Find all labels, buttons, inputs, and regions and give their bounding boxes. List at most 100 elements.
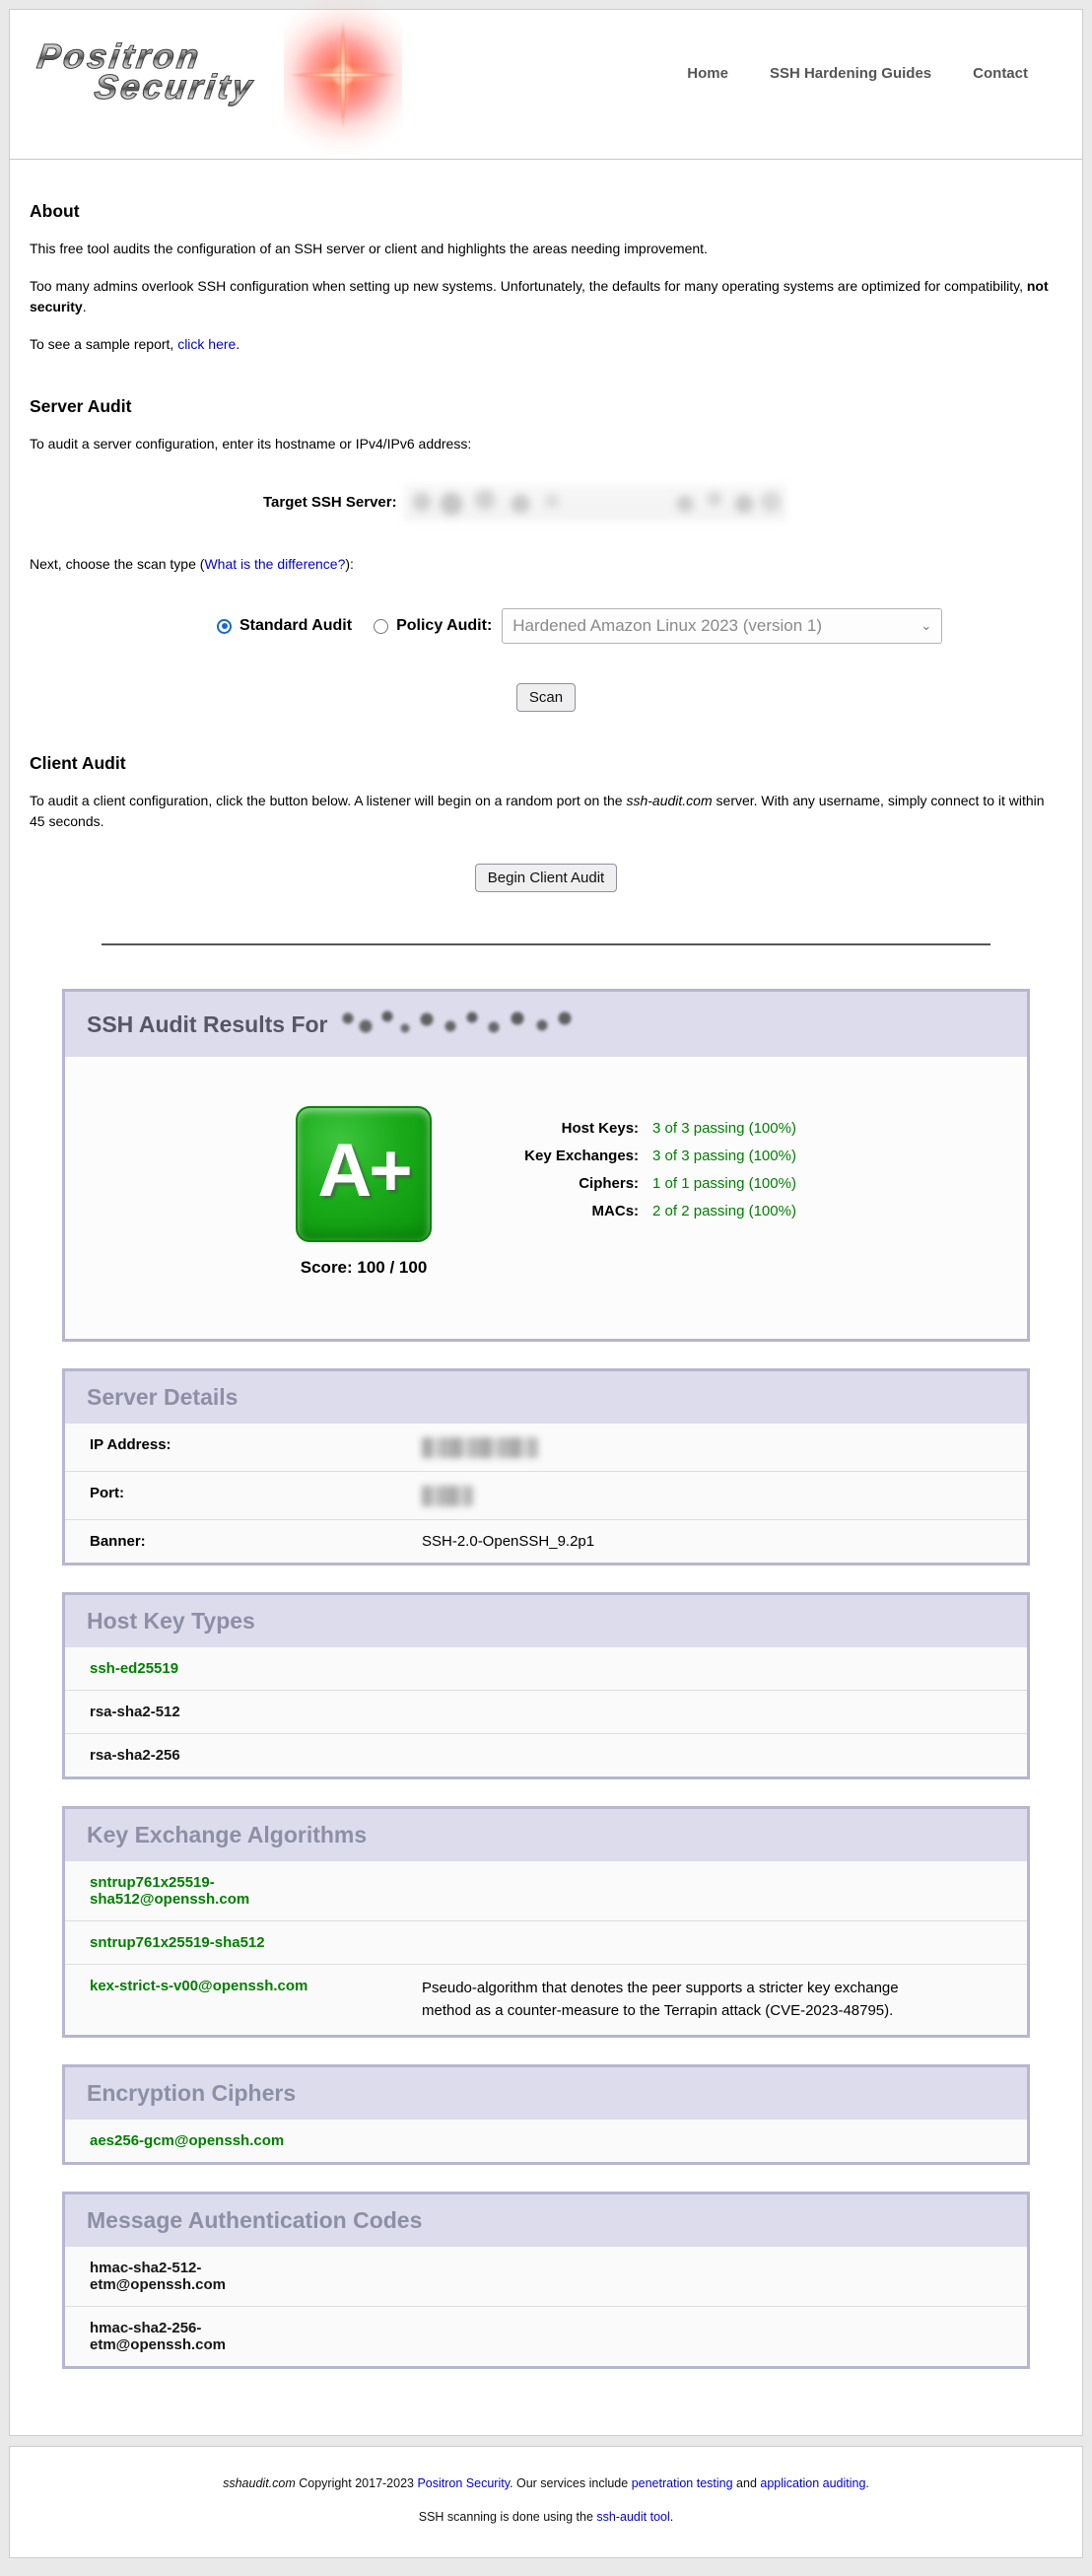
client-audit-domain: ssh-audit.com bbox=[626, 793, 712, 808]
logo-text-line2: Security bbox=[92, 70, 256, 106]
stat-label-key-exchanges: Key Exchanges: bbox=[489, 1148, 639, 1164]
server-audit-title: Server Audit bbox=[30, 396, 1062, 417]
redacted-hostname bbox=[340, 1005, 584, 1044]
footer-site-name: sshaudit.com bbox=[223, 2476, 296, 2490]
ip-address-label: IP Address: bbox=[90, 1436, 422, 1453]
algorithm-name: hmac-sha2-256-etm@openssh.com bbox=[90, 2320, 297, 2353]
standard-audit-label: Standard Audit bbox=[239, 617, 352, 635]
sample-report-link[interactable]: click here bbox=[177, 336, 236, 352]
server-details-header: Server Details bbox=[65, 1371, 1027, 1424]
target-server-input-redacted[interactable] bbox=[404, 484, 786, 521]
nav-ssh-hardening-guides[interactable]: SSH Hardening Guides bbox=[770, 65, 931, 82]
table-row: Port: bbox=[65, 1471, 1027, 1519]
footer-line-2: SSH scanning is done using the ssh-audit… bbox=[10, 2510, 1082, 2524]
target-server-label: Target SSH Server: bbox=[263, 494, 397, 511]
site-header: Positron Security Home SSH Hardening Gui… bbox=[10, 10, 1082, 160]
scan-button[interactable]: Scan bbox=[516, 683, 576, 712]
encryption-ciphers-header: Encryption Ciphers bbox=[65, 2067, 1027, 2120]
algorithm-name: aes256-gcm@openssh.com bbox=[90, 2132, 284, 2149]
footer-scanning-text: SSH scanning is done using the bbox=[419, 2510, 597, 2524]
algorithm-name: sntrup761x25519-sha512@openssh.com bbox=[90, 1874, 336, 1908]
grade-badge: A+ bbox=[296, 1106, 432, 1242]
stat-label-ciphers: Ciphers: bbox=[489, 1175, 639, 1192]
standard-audit-radio[interactable] bbox=[217, 619, 232, 634]
table-row: Banner: SSH-2.0-OpenSSH_9.2p1 bbox=[65, 1519, 1027, 1563]
about-paragraph-2: Too many admins overlook SSH configurati… bbox=[30, 276, 1059, 317]
stat-value-host-keys: 3 of 3 passing (100%) bbox=[652, 1120, 796, 1137]
stat-value-key-exchanges: 3 of 3 passing (100%) bbox=[652, 1148, 796, 1164]
site-logo[interactable]: Positron Security bbox=[37, 39, 432, 106]
algorithm-name: rsa-sha2-256 bbox=[90, 1747, 180, 1764]
policy-select[interactable]: Hardened Amazon Linux 2023 (version 1) ⌄ bbox=[502, 608, 942, 644]
kex-algorithm: sntrup761x25519-sha512@openssh.com bbox=[90, 1874, 422, 1908]
footer: sshaudit.com Copyright 2017-2023 Positro… bbox=[9, 2446, 1083, 2558]
application-auditing-link[interactable]: application auditing bbox=[760, 2476, 865, 2490]
table-row: rsa-sha2-256 bbox=[65, 1733, 1027, 1776]
footer-services-text: . Our services include bbox=[510, 2476, 632, 2490]
table-row: IP Address: bbox=[65, 1424, 1027, 1471]
about-paragraph-3: To see a sample report, click here. bbox=[30, 334, 1059, 355]
target-server-row: Target SSH Server: bbox=[263, 484, 1062, 521]
grade-column: A+ Score: 100 / 100 bbox=[296, 1106, 432, 1278]
ip-address-value-redacted bbox=[422, 1437, 538, 1458]
banner-label: Banner: bbox=[90, 1533, 422, 1550]
policy-audit-label: Policy Audit: bbox=[396, 617, 492, 635]
audit-results-box: SSH Audit Results For A+ Score: 100 / 10… bbox=[62, 989, 1030, 1342]
scan-type-difference-link[interactable]: What is the difference? bbox=[204, 556, 345, 572]
scan-type-text: Next, choose the scan type ( bbox=[30, 556, 204, 572]
stat-label-macs: MACs: bbox=[489, 1203, 639, 1219]
host-key-types-header: Host Key Types bbox=[65, 1595, 1027, 1647]
host-key-types-box: Host Key Types ssh-ed25519 rsa-sha2-512 … bbox=[62, 1592, 1030, 1779]
table-row: ssh-ed25519 bbox=[65, 1647, 1027, 1690]
algorithm-name: kex-strict-s-v00@openssh.com bbox=[90, 1978, 307, 1994]
cipher-algorithm: aes256-gcm@openssh.com bbox=[90, 2132, 422, 2149]
audit-results-header: SSH Audit Results For bbox=[65, 992, 1027, 1057]
algorithm-name: hmac-sha2-512-etm@openssh.com bbox=[90, 2260, 297, 2293]
macs-box: Message Authentication Codes hmac-sha2-5… bbox=[62, 2192, 1030, 2369]
policy-audit-radio[interactable] bbox=[374, 619, 388, 634]
server-details-box: Server Details IP Address: Port: Banner:… bbox=[62, 1368, 1030, 1566]
host-key-algorithm: ssh-ed25519 bbox=[90, 1660, 422, 1677]
main-nav: Home SSH Hardening Guides Contact bbox=[687, 65, 1028, 82]
about-title: About bbox=[30, 201, 1062, 222]
penetration-testing-link[interactable]: penetration testing bbox=[632, 2476, 733, 2490]
mac-algorithm: hmac-sha2-512-etm@openssh.com bbox=[90, 2260, 422, 2293]
table-row: kex-strict-s-v00@openssh.com Pseudo-algo… bbox=[65, 1964, 1027, 2035]
table-row: hmac-sha2-256-etm@openssh.com bbox=[65, 2306, 1027, 2366]
footer-period: . bbox=[865, 2476, 868, 2490]
scan-type-options: Standard Audit Policy Audit: Hardened Am… bbox=[217, 608, 1062, 644]
table-row: aes256-gcm@openssh.com bbox=[65, 2120, 1027, 2162]
port-value-redacted bbox=[422, 1486, 473, 1506]
footer-line-1: sshaudit.com Copyright 2017-2023 Positro… bbox=[10, 2476, 1082, 2490]
about-p2-text: Too many admins overlook SSH configurati… bbox=[30, 278, 1027, 294]
port-label: Port: bbox=[90, 1485, 422, 1501]
client-audit-title: Client Audit bbox=[30, 753, 1062, 774]
stat-label-host-keys: Host Keys: bbox=[489, 1120, 639, 1137]
table-row: sntrup761x25519-sha512 bbox=[65, 1920, 1027, 1964]
key-exchange-header: Key Exchange Algorithms bbox=[65, 1809, 1027, 1861]
nav-home[interactable]: Home bbox=[687, 65, 728, 82]
nav-contact[interactable]: Contact bbox=[973, 65, 1028, 82]
about-paragraph-1: This free tool audits the configuration … bbox=[30, 239, 1059, 259]
stat-value-macs: 2 of 2 passing (100%) bbox=[652, 1203, 796, 1219]
about-p2-end: . bbox=[83, 299, 87, 314]
host-key-algorithm: rsa-sha2-512 bbox=[90, 1704, 422, 1720]
chevron-down-icon: ⌄ bbox=[921, 618, 931, 634]
scan-type-line: Next, choose the scan type (What is the … bbox=[30, 554, 1059, 575]
table-row: rsa-sha2-512 bbox=[65, 1690, 1027, 1733]
stat-value-ciphers: 1 of 1 passing (100%) bbox=[652, 1175, 796, 1192]
footer-and-text: and bbox=[733, 2476, 761, 2490]
banner-value: SSH-2.0-OpenSSH_9.2p1 bbox=[422, 1533, 594, 1550]
score-label: Score: 100 / 100 bbox=[296, 1258, 432, 1278]
ssh-audit-tool-link[interactable]: ssh-audit tool bbox=[596, 2510, 669, 2524]
algorithm-name: ssh-ed25519 bbox=[90, 1660, 178, 1677]
begin-client-audit-button[interactable]: Begin Client Audit bbox=[475, 864, 617, 892]
policy-select-value: Hardened Amazon Linux 2023 (version 1) bbox=[512, 616, 822, 636]
kex-algorithm-note: Pseudo-algorithm that denotes the peer s… bbox=[422, 1978, 944, 2022]
positron-security-link[interactable]: Positron Security bbox=[417, 2476, 510, 2490]
about-p3-end: . bbox=[236, 336, 239, 352]
algorithm-name: sntrup761x25519-sha512 bbox=[90, 1934, 265, 1951]
kex-algorithm: sntrup761x25519-sha512 bbox=[90, 1934, 422, 1951]
algorithm-name: rsa-sha2-512 bbox=[90, 1704, 180, 1720]
grade-letter: A+ bbox=[317, 1134, 409, 1215]
